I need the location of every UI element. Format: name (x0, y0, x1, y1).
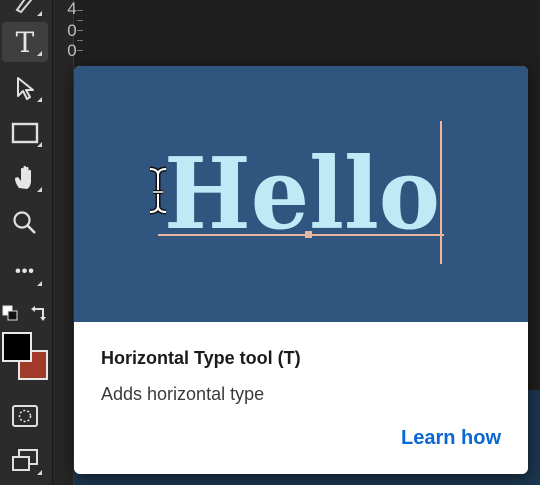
change-screen-mode-icon (10, 448, 40, 474)
tooltip-title: Horizontal Type tool (T) (101, 348, 301, 368)
default-colors-icon (2, 305, 20, 327)
pen-icon (13, 0, 37, 14)
ruler-number: 4 (67, 0, 77, 18)
more-tools-button[interactable]: ••• (2, 252, 48, 292)
pen-tool-button[interactable] (2, 0, 48, 22)
tooltip-description: Adds horizontal type (101, 384, 265, 404)
tools-panel: T ••• (0, 0, 53, 485)
default-colors-button[interactable] (2, 305, 20, 323)
ruler-tick (77, 20, 83, 21)
screen-mode-button[interactable] (2, 441, 48, 481)
ruler-tick (77, 30, 83, 31)
zoom-tool-button[interactable] (2, 203, 48, 243)
path-selection-icon (13, 75, 37, 101)
zoom-icon (12, 210, 38, 236)
more-tools-icon: ••• (15, 263, 35, 280)
quick-mask-icon (11, 404, 39, 428)
horizontal-type-icon: T (15, 25, 35, 59)
tool-tooltip-card: Hello Horizontal Type tool (T) Adds hori… (74, 66, 528, 474)
ruler-tick (77, 50, 83, 51)
horizontal-type-tool-button[interactable]: T (2, 22, 48, 62)
preview-hello-text: Hello (164, 137, 440, 252)
quick-mask-button[interactable] (2, 396, 48, 436)
swap-arrows-icon (30, 306, 50, 327)
learn-how-link[interactable]: Learn how (401, 427, 501, 450)
foreground-color-swatch[interactable] (2, 332, 32, 362)
ruler-tick (77, 10, 83, 11)
path-selection-tool-button[interactable] (2, 68, 48, 108)
hand-tool-button[interactable] (2, 158, 48, 198)
swap-colors-button[interactable] (30, 303, 50, 323)
tool-preview-image: Hello (74, 66, 528, 322)
rectangle-icon (11, 122, 39, 144)
hand-icon (11, 164, 39, 192)
vertical-ruler[interactable]: 4 0 0 (53, 0, 83, 485)
rectangle-tool-button[interactable] (2, 113, 48, 153)
ruler-tick (77, 40, 83, 41)
